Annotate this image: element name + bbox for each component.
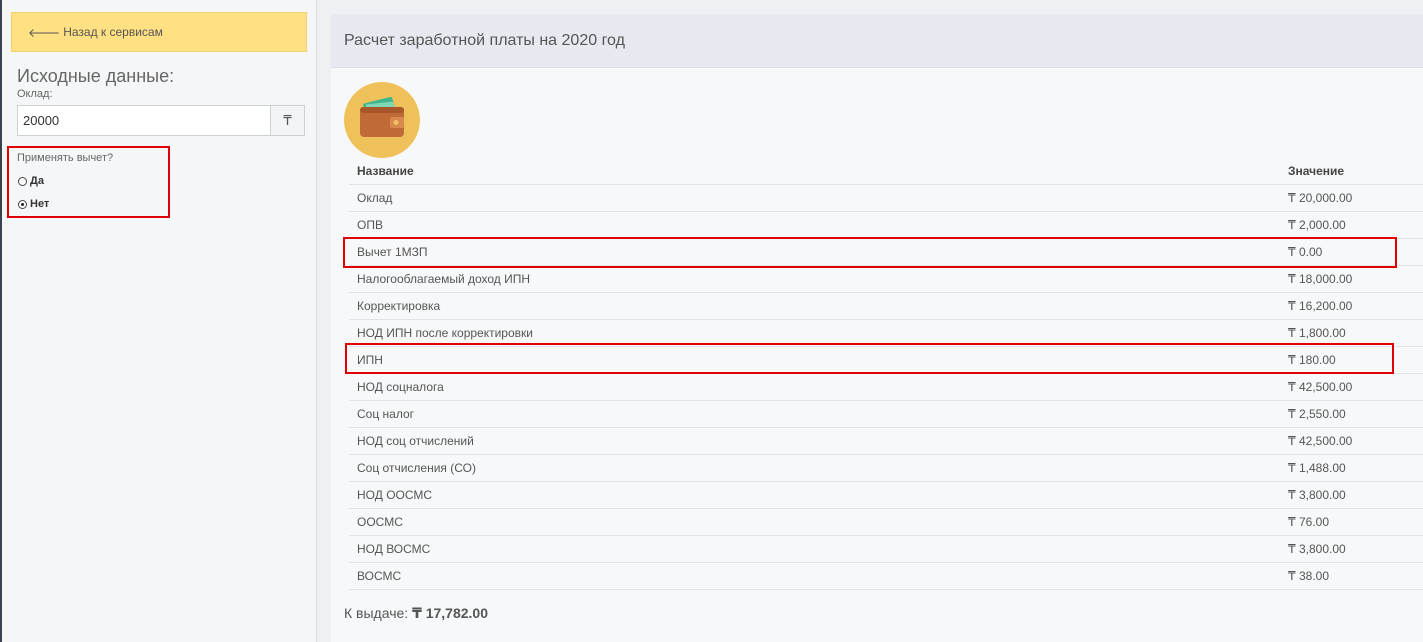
wallet-icon: [344, 82, 420, 158]
row-name: НОД ООСМС: [349, 481, 1288, 509]
row-value: ₸ 3,800.00: [1288, 535, 1423, 563]
row-name: Корректировка: [349, 292, 1288, 320]
row-name: Оклад: [349, 184, 1288, 212]
table-row: ВОСМС ₸ 38.00: [349, 562, 1423, 590]
table-header-row: Название Значение: [349, 157, 1423, 185]
row-name: Налогооблагаемый доход ИПН: [349, 265, 1288, 293]
payout-label: К выдаче:: [344, 605, 409, 621]
row-name: ООСМС: [349, 508, 1288, 536]
table-row: НОД соцналога ₸ 42,500.00: [349, 373, 1423, 401]
row-name: ВОСМС: [349, 562, 1288, 590]
sidebar: 🡐 Назад к сервисам Исходные данные: Окла…: [2, 0, 317, 642]
table-row: Соц отчисления (СО) ₸ 1,488.00: [349, 454, 1423, 482]
table-row: Налогооблагаемый доход ИПН ₸ 18,000.00: [349, 265, 1423, 293]
salary-input[interactable]: [17, 105, 271, 136]
table-row: Корректировка ₸ 16,200.00: [349, 292, 1423, 320]
column-header-name: Название: [349, 157, 1288, 185]
table-row: Соц налог ₸ 2,550.00: [349, 400, 1423, 428]
table-row: НОД соц отчислений ₸ 42,500.00: [349, 427, 1423, 455]
row-value: ₸ 20,000.00: [1288, 184, 1423, 212]
page-title: Расчет заработной платы на 2020 год: [331, 14, 1423, 68]
highlight-box-deduction-row: [343, 237, 1397, 268]
table-row: Оклад ₸ 20,000.00: [349, 184, 1423, 212]
back-button-label: Назад к сервисам: [63, 25, 163, 39]
highlight-box-ipn-row: [345, 343, 1394, 374]
row-name: НОД соцналога: [349, 373, 1288, 401]
table-row: ООСМС ₸ 76.00: [349, 508, 1423, 536]
row-value: ₸ 16,200.00: [1288, 292, 1423, 320]
row-name: НОД ВОСМС: [349, 535, 1288, 563]
back-to-services-button[interactable]: 🡐 Назад к сервисам: [11, 12, 307, 52]
payout-summary: К выдаче: ₸ 17,782.00: [344, 605, 488, 622]
table-row: НОД ВОСМС ₸ 3,800.00: [349, 535, 1423, 563]
column-header-value: Значение: [1288, 157, 1423, 185]
row-value: ₸ 1,488.00: [1288, 454, 1423, 482]
row-name: ОПВ: [349, 211, 1288, 239]
row-value: ₸ 2,000.00: [1288, 211, 1423, 239]
row-value: ₸ 76.00: [1288, 508, 1423, 536]
main-panel: Расчет заработной платы на 2020 год Назв…: [331, 14, 1423, 642]
table-row: ОПВ ₸ 2,000.00: [349, 211, 1423, 239]
row-name: Соц отчисления (СО): [349, 454, 1288, 482]
payout-value: ₸ 17,782.00: [412, 605, 488, 621]
row-name: НОД соц отчислений: [349, 427, 1288, 455]
row-value: ₸ 38.00: [1288, 562, 1423, 590]
table-row: НОД ООСМС ₸ 3,800.00: [349, 481, 1423, 509]
row-value: ₸ 3,800.00: [1288, 481, 1423, 509]
currency-addon: ₸: [270, 105, 305, 136]
row-value: ₸ 18,000.00: [1288, 265, 1423, 293]
input-data-title: Исходные данные:: [17, 66, 175, 86]
row-value: ₸ 2,550.00: [1288, 400, 1423, 428]
arrow-left-icon: 🡐: [28, 25, 61, 40]
highlight-box-deduction: [7, 146, 170, 218]
salary-label: Оклад:: [17, 88, 53, 100]
row-name: Соц налог: [349, 400, 1288, 428]
row-value: ₸ 42,500.00: [1288, 427, 1423, 455]
row-value: ₸ 42,500.00: [1288, 373, 1423, 401]
